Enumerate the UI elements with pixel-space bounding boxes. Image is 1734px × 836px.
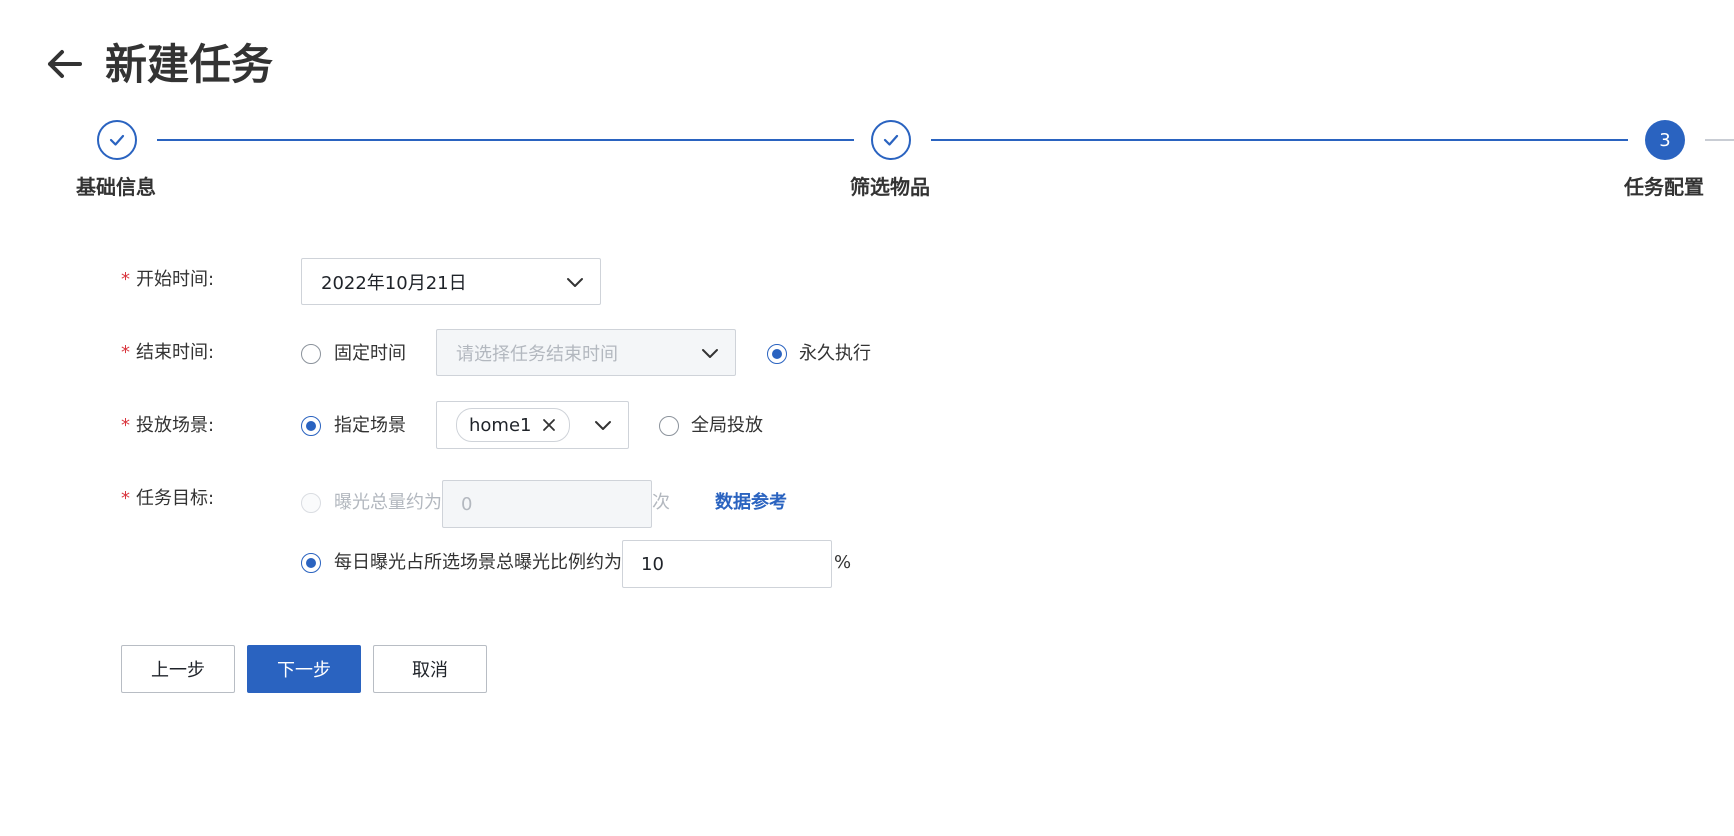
step-number: 3 [1659, 129, 1671, 151]
goal-label: 任务目标: [136, 488, 215, 509]
goal-total-label: 曝光总量约为 [334, 492, 442, 513]
check-icon [883, 134, 899, 146]
goal-ratio-radio[interactable] [301, 553, 321, 573]
end-time-placeholder: 请选择任务结束时间 [456, 343, 618, 365]
goal-ratio-input[interactable]: 10 [622, 540, 832, 588]
end-time-forever-label[interactable]: 永久执行 [799, 342, 871, 366]
goal-ratio-unit: % [834, 552, 852, 573]
arrow-left-icon[interactable] [44, 44, 84, 84]
scene-tag: home1 [456, 408, 571, 442]
step-connector-3 [1705, 139, 1734, 141]
prev-step-button[interactable]: 上一步 [121, 645, 235, 693]
scene-global-label[interactable]: 全局投放 [691, 414, 763, 438]
check-icon [109, 134, 125, 146]
required-mark: * [121, 415, 130, 436]
goal-ratio-label[interactable]: 每日曝光占所选场景总曝光比例约为 [334, 551, 622, 575]
required-mark: * [121, 269, 130, 290]
end-time-picker[interactable]: 请选择任务结束时间 [436, 329, 736, 376]
required-mark: * [121, 342, 130, 363]
end-time-fixed-radio[interactable] [301, 344, 321, 364]
start-time-value: 2022年10月21日 [321, 272, 467, 294]
data-reference-link[interactable]: 数据参考 [715, 491, 787, 515]
scene-specific-radio[interactable] [301, 416, 321, 436]
goal-total-input[interactable]: 0 [442, 480, 652, 528]
chevron-down-icon [567, 277, 583, 287]
goal-total-radio[interactable] [301, 493, 321, 513]
scene-tag-label: home1 [469, 414, 532, 436]
scene-specific-label[interactable]: 指定场景 [334, 414, 406, 438]
scene-label: 投放场景: [136, 415, 215, 436]
close-icon[interactable] [541, 417, 557, 433]
scene-global-radio[interactable] [659, 416, 679, 436]
goal-total-unit: 次 [652, 492, 670, 513]
end-time-label: 结束时间: [136, 342, 215, 363]
start-time-label: 开始时间: [136, 269, 215, 290]
step-label-task-config: 任务配置 [1624, 175, 1704, 199]
step-connector-1 [157, 139, 854, 141]
step-2-done-indicator [871, 120, 911, 160]
chevron-down-icon [595, 421, 611, 430]
cancel-button[interactable]: 取消 [373, 645, 487, 693]
chevron-down-icon [702, 348, 718, 358]
page-title: 新建任务 [105, 40, 274, 89]
step-3-active-indicator: 3 [1645, 120, 1685, 160]
step-1-done-indicator [97, 120, 137, 160]
required-mark: * [121, 488, 130, 509]
step-label-filter-items: 筛选物品 [850, 175, 930, 199]
start-time-picker[interactable]: 2022年10月21日 [301, 258, 601, 305]
next-step-button[interactable]: 下一步 [247, 645, 361, 693]
step-label-basic-info: 基础信息 [76, 175, 156, 199]
step-connector-2 [931, 139, 1628, 141]
scene-multi-select[interactable]: home1 [436, 401, 629, 449]
end-time-fixed-label[interactable]: 固定时间 [334, 342, 406, 366]
end-time-forever-radio[interactable] [767, 344, 787, 364]
